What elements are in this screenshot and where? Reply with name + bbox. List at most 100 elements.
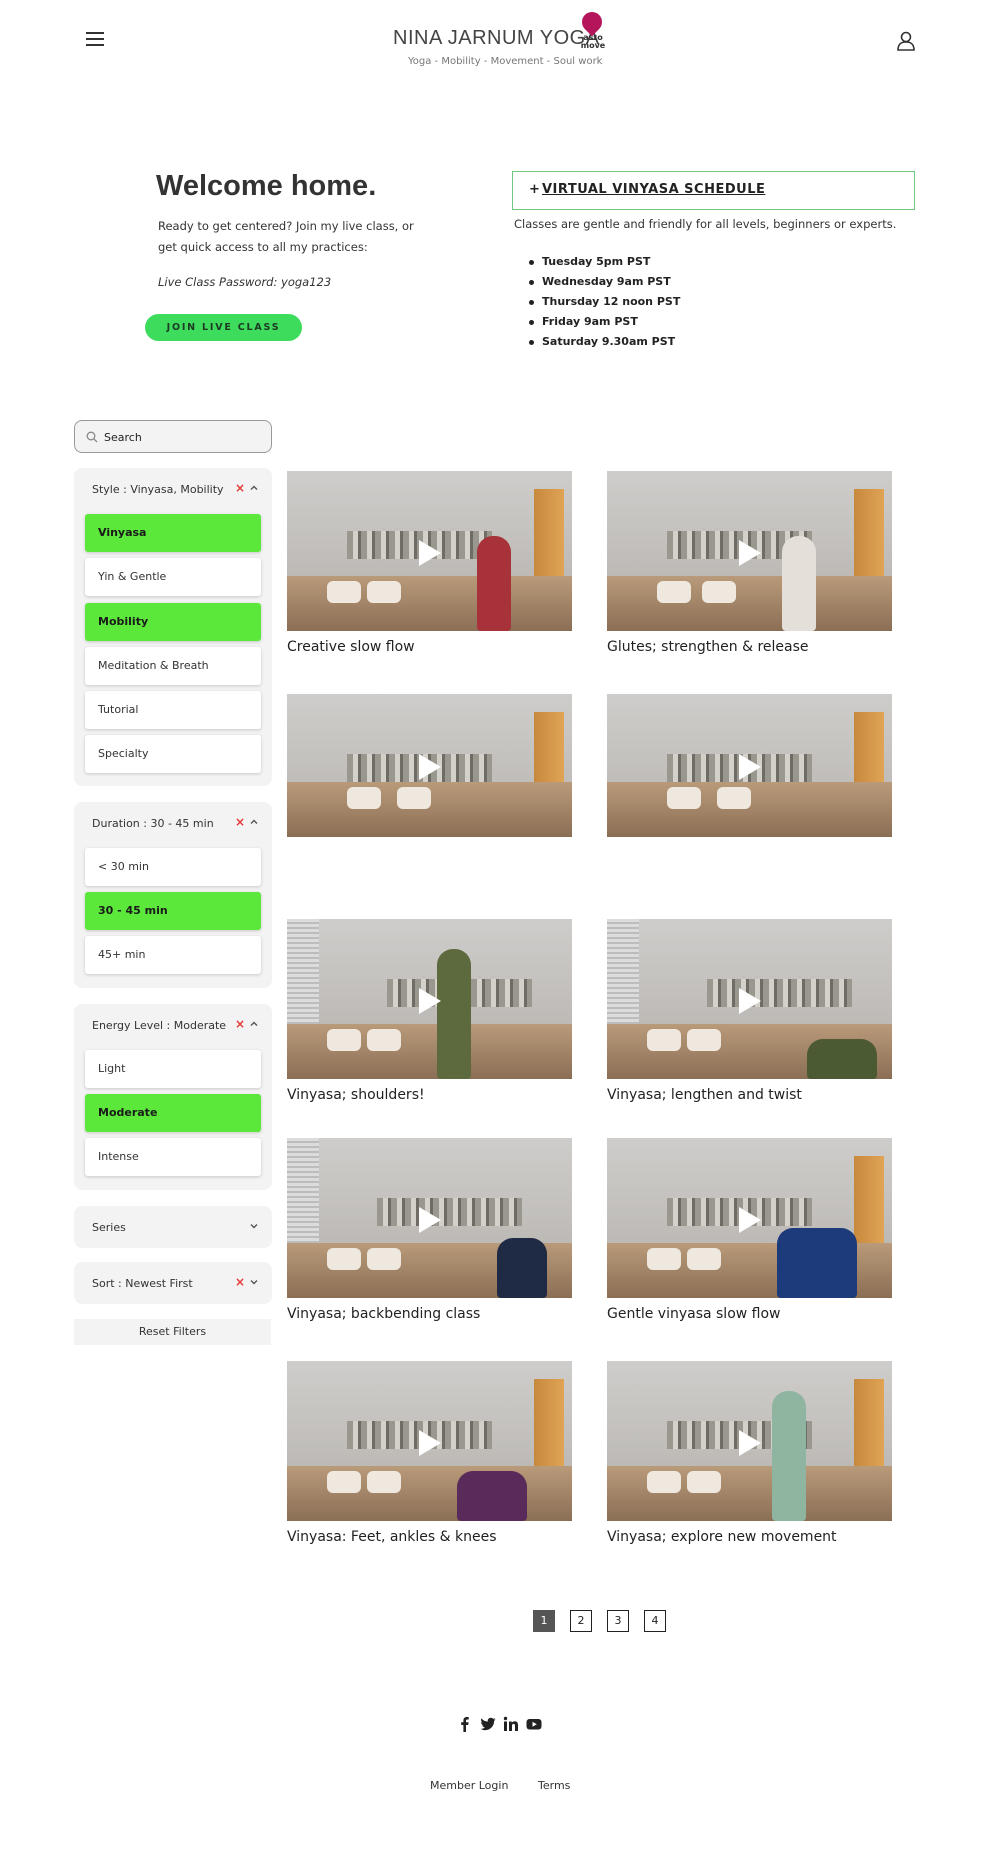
youtube-icon[interactable] xyxy=(526,1716,542,1732)
video-title[interactable]: Vinyasa; lengthen and twist xyxy=(607,1087,892,1103)
video-thumbnail[interactable] xyxy=(607,471,892,631)
video-title[interactable]: Vinyasa; backbending class xyxy=(287,1306,572,1322)
page-button-2[interactable]: 2 xyxy=(570,1610,592,1632)
chevron-up-icon[interactable] xyxy=(248,816,260,828)
search-input[interactable] xyxy=(104,428,264,446)
chevron-down-icon[interactable] xyxy=(248,1220,260,1232)
video-thumbnail[interactable] xyxy=(287,1138,572,1298)
linkedin-icon[interactable] xyxy=(503,1716,519,1732)
schedule-list: Tuesday 5pm PST Wednesday 9am PST Thursd… xyxy=(528,252,680,352)
video-thumbnail[interactable] xyxy=(607,919,892,1079)
page-button-4[interactable]: 4 xyxy=(644,1610,666,1632)
duration-option-45-plus[interactable]: 45+ min xyxy=(85,936,261,974)
play-icon[interactable] xyxy=(739,988,761,1014)
schedule-accordion[interactable]: + VIRTUAL VINYASA SCHEDULE xyxy=(512,171,915,210)
style-option-specialty[interactable]: Specialty xyxy=(85,735,261,773)
search-box xyxy=(74,420,272,453)
play-icon[interactable] xyxy=(739,1207,761,1233)
video-card[interactable]: Vinyasa; explore new movement xyxy=(607,1361,892,1545)
duration-option-30-45[interactable]: 30 - 45 min xyxy=(85,892,261,930)
schedule-item: Tuesday 5pm PST xyxy=(528,252,680,272)
page-button-3[interactable]: 3 xyxy=(607,1610,629,1632)
schedule-title[interactable]: VIRTUAL VINYASA SCHEDULE xyxy=(542,182,765,197)
page-button-1[interactable]: 1 xyxy=(533,1610,555,1632)
video-title[interactable]: Vinyasa; shoulders! xyxy=(287,1087,572,1103)
style-option-tutorial[interactable]: Tutorial xyxy=(85,691,261,729)
energy-option-intense[interactable]: Intense xyxy=(85,1138,261,1176)
play-icon[interactable] xyxy=(419,1207,441,1233)
video-thumbnail[interactable] xyxy=(607,1138,892,1298)
style-filter-label: Style : Vinyasa, Mobility xyxy=(92,483,224,496)
play-icon[interactable] xyxy=(739,540,761,566)
chevron-up-icon[interactable] xyxy=(248,482,260,494)
video-card[interactable]: Vinyasa: Feet, ankles & knees xyxy=(287,1361,572,1545)
search-icon xyxy=(86,431,98,443)
energy-option-moderate[interactable]: Moderate xyxy=(85,1094,261,1132)
play-icon[interactable] xyxy=(419,540,441,566)
energy-filter-group: Energy Level : Moderate × Light Moderate… xyxy=(74,1004,272,1190)
video-card[interactable] xyxy=(607,694,892,845)
twitter-icon[interactable] xyxy=(480,1716,496,1732)
play-icon[interactable] xyxy=(419,988,441,1014)
terms-link[interactable]: Terms xyxy=(538,1779,570,1792)
series-filter-group[interactable]: Series xyxy=(74,1206,272,1248)
style-option-vinyasa[interactable]: Vinyasa xyxy=(85,514,261,552)
logo-badge-text: asto move xyxy=(580,33,606,50)
video-card[interactable]: Vinyasa; backbending class xyxy=(287,1138,572,1322)
video-card[interactable]: Vinyasa; lengthen and twist xyxy=(607,919,892,1103)
video-card[interactable]: Glutes; strengthen & release xyxy=(607,471,892,655)
live-class-password: Live Class Password: yoga123 xyxy=(158,275,332,289)
play-icon[interactable] xyxy=(739,1430,761,1456)
logo-badge-icon: asto move xyxy=(577,7,608,52)
reset-filters-button[interactable]: Reset Filters xyxy=(74,1319,271,1345)
logo-brand-text: NINA JARNUM YOGA xyxy=(393,27,600,49)
video-thumbnail[interactable] xyxy=(287,1361,572,1521)
style-option-yin-gentle[interactable]: Yin & Gentle xyxy=(85,558,261,596)
clear-energy-icon[interactable]: × xyxy=(235,1017,245,1031)
schedule-item: Saturday 9.30am PST xyxy=(528,332,680,352)
energy-filter-header[interactable]: Energy Level : Moderate × xyxy=(74,1004,272,1048)
duration-filter-label: Duration : 30 - 45 min xyxy=(92,817,214,830)
clear-style-icon[interactable]: × xyxy=(235,481,245,495)
video-card[interactable] xyxy=(287,694,572,845)
duration-filter-header[interactable]: Duration : 30 - 45 min × xyxy=(74,802,272,846)
chevron-up-icon[interactable] xyxy=(248,1018,260,1030)
video-thumbnail[interactable] xyxy=(287,471,572,631)
clear-duration-icon[interactable]: × xyxy=(235,815,245,829)
welcome-title: Welcome home. xyxy=(156,170,377,202)
facebook-icon[interactable] xyxy=(457,1716,473,1732)
video-card[interactable]: Vinyasa; shoulders! xyxy=(287,919,572,1103)
video-thumbnail[interactable] xyxy=(287,694,572,837)
series-filter-label: Series xyxy=(92,1221,126,1234)
join-live-class-button[interactable]: JOIN LIVE CLASS xyxy=(145,314,302,341)
clear-sort-icon[interactable]: × xyxy=(235,1275,245,1289)
sort-header[interactable]: Sort : Newest First × xyxy=(74,1262,272,1304)
video-thumbnail[interactable] xyxy=(287,919,572,1079)
chevron-down-icon[interactable] xyxy=(248,1276,260,1288)
video-title[interactable]: Vinyasa; explore new movement xyxy=(607,1529,892,1545)
hamburger-menu-icon[interactable] xyxy=(86,32,104,48)
schedule-item: Thursday 12 noon PST xyxy=(528,292,680,312)
video-card[interactable]: Creative slow flow xyxy=(287,471,572,655)
style-filter-group: Style : Vinyasa, Mobility × Vinyasa Yin … xyxy=(74,468,272,786)
video-title[interactable]: Creative slow flow xyxy=(287,639,572,655)
video-card[interactable]: Gentle vinyasa slow flow xyxy=(607,1138,892,1322)
video-title[interactable]: Vinyasa: Feet, ankles & knees xyxy=(287,1529,572,1545)
style-option-meditation-breath[interactable]: Meditation & Breath xyxy=(85,647,261,685)
play-icon[interactable] xyxy=(419,1430,441,1456)
video-thumbnail[interactable] xyxy=(607,694,892,837)
sort-group[interactable]: Sort : Newest First × xyxy=(74,1262,272,1304)
duration-option-under-30[interactable]: < 30 min xyxy=(85,848,261,886)
style-filter-header[interactable]: Style : Vinyasa, Mobility × xyxy=(74,468,272,512)
style-option-mobility[interactable]: Mobility xyxy=(85,603,261,641)
member-login-link[interactable]: Member Login xyxy=(430,1779,508,1792)
video-thumbnail[interactable] xyxy=(607,1361,892,1521)
energy-option-light[interactable]: Light xyxy=(85,1050,261,1088)
play-icon[interactable] xyxy=(419,754,441,780)
video-title[interactable]: Glutes; strengthen & release xyxy=(607,639,892,655)
user-icon[interactable] xyxy=(897,31,915,51)
play-icon[interactable] xyxy=(739,754,761,780)
welcome-intro: Ready to get centered? Join my live clas… xyxy=(158,219,414,254)
video-title[interactable]: Gentle vinyasa slow flow xyxy=(607,1306,892,1322)
series-filter-header[interactable]: Series xyxy=(74,1206,272,1248)
